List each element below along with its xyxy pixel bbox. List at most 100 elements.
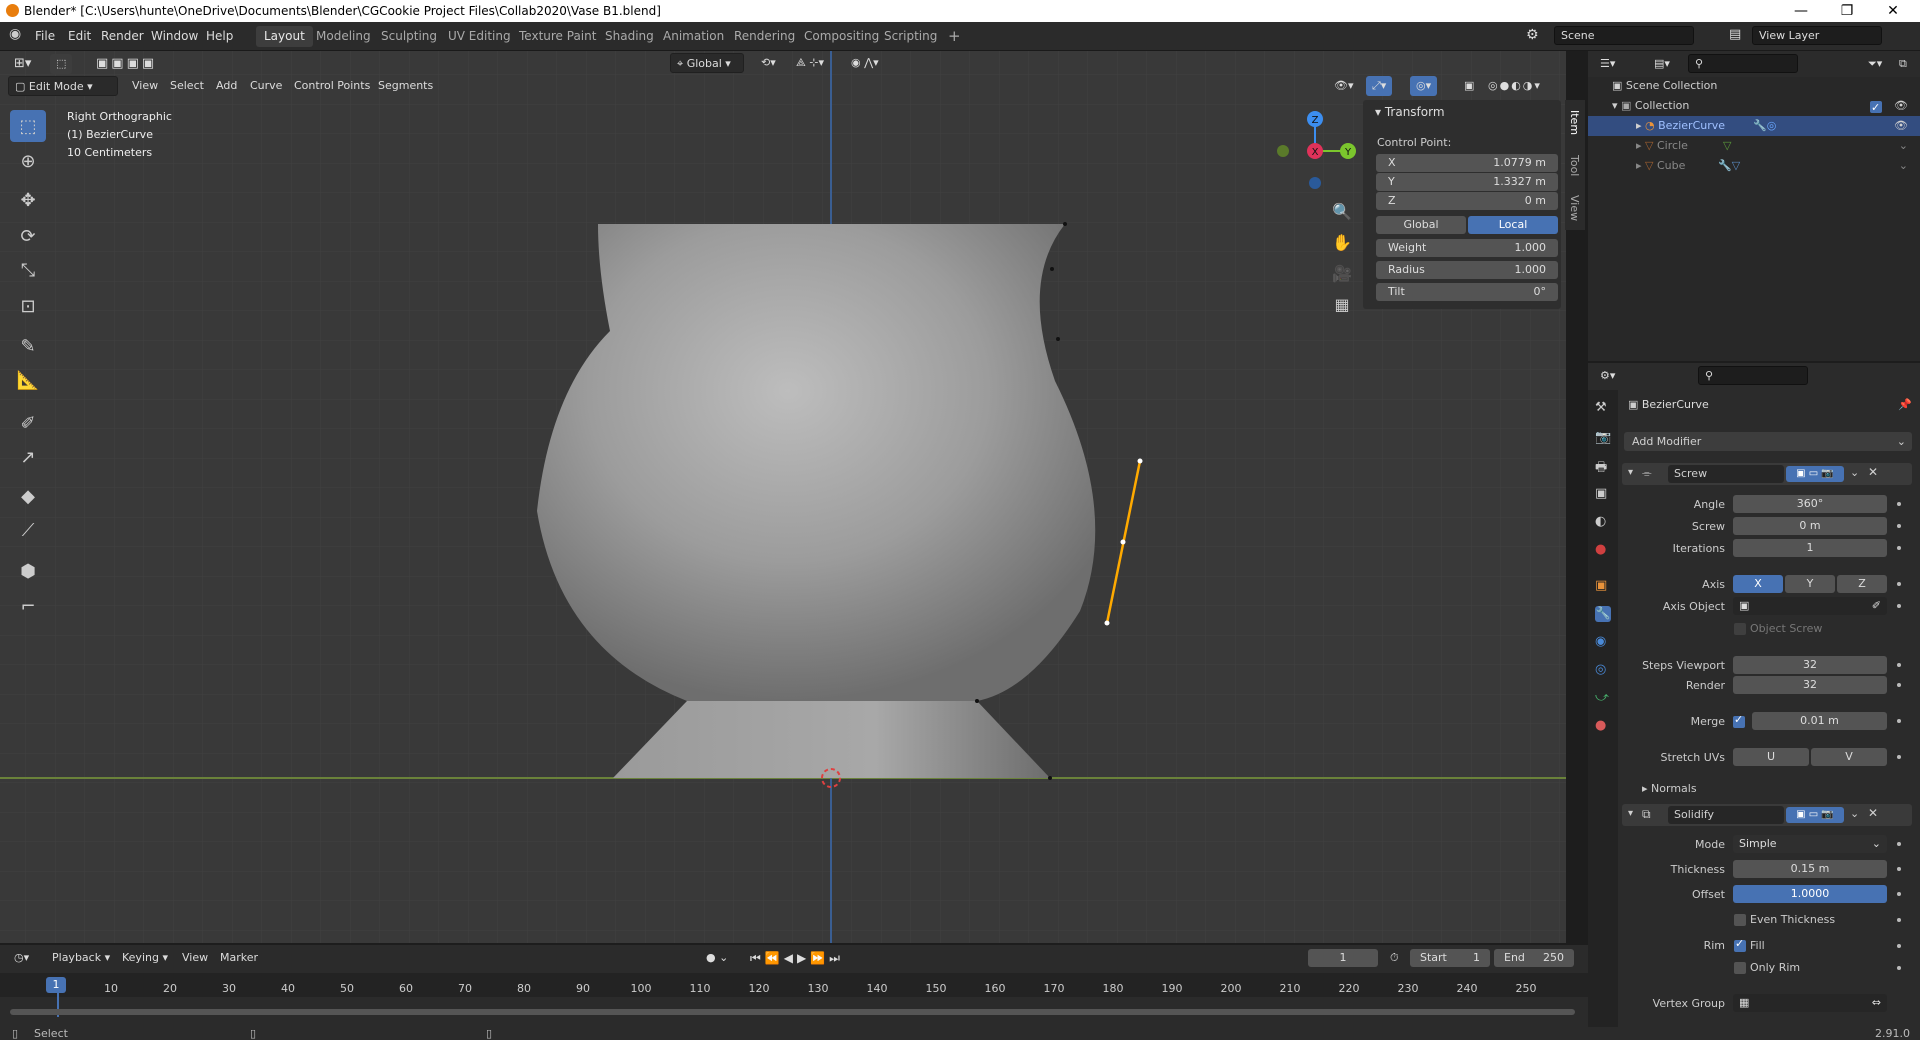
vase-base[interactable]	[613, 701, 1050, 778]
menu-add[interactable]: Add	[210, 76, 243, 96]
physics-tab-icon[interactable]: ◉	[1595, 634, 1611, 650]
handle-point[interactable]	[1120, 539, 1126, 545]
keyframe-dot[interactable]	[1897, 842, 1901, 846]
curve-pen-tool-icon[interactable]: ⌐	[10, 590, 46, 622]
axis-z-toggle[interactable]: Z	[1837, 575, 1887, 593]
tab-view[interactable]: View	[1568, 195, 1581, 221]
menu-playback[interactable]: Playback ▾	[46, 948, 116, 968]
measure-tool-icon[interactable]: 📐	[10, 364, 46, 396]
annotate-tool-icon[interactable]: ✎	[10, 330, 46, 362]
playback-controls-icons[interactable]: ⏮⏪◀▶⏩⏭	[744, 948, 850, 968]
add-modifier-dropdown[interactable]: Add Modifier ⌄	[1624, 432, 1912, 451]
iterations-field[interactable]: 1	[1733, 539, 1887, 557]
scene-collection-row[interactable]: ▣ Scene Collection	[1588, 76, 1920, 96]
randomize-tool-icon[interactable]: ⬢	[10, 555, 46, 587]
output-tab-icon[interactable]: 🖶	[1595, 458, 1611, 475]
camera-icon[interactable]: 🎥	[1332, 258, 1352, 289]
pin-icon[interactable]: 📌	[1898, 398, 1912, 411]
collapse-icon[interactable]: ▾	[1628, 808, 1633, 819]
blender-menu-icon[interactable]: ◉	[9, 26, 21, 42]
select-tool-icon[interactable]: ⬚	[50, 54, 73, 74]
tab-animation[interactable]: Animation	[655, 26, 732, 47]
tab-scripting[interactable]: Scripting	[876, 26, 945, 47]
control-point[interactable]	[1050, 267, 1054, 271]
keyframe-dot[interactable]	[1897, 944, 1901, 948]
tab-layout[interactable]: Layout	[256, 26, 313, 47]
menu-window[interactable]: Window	[151, 29, 198, 43]
handle-point[interactable]	[1137, 458, 1143, 464]
gizmo-toggle-icon[interactable]: ⤢▾	[1366, 76, 1393, 96]
new-collection-icon[interactable]: ⧉	[1893, 54, 1913, 74]
tab-modeling[interactable]: Modeling	[308, 26, 379, 47]
display-mode-icon[interactable]: ▤▾	[1648, 54, 1676, 74]
add-workspace-button[interactable]: +	[940, 26, 969, 47]
record-icon[interactable]: ● ⌄	[700, 948, 734, 968]
keyframe-dot[interactable]	[1897, 663, 1901, 667]
modifier-visibility-icons[interactable]: ▣ ▭ 📷	[1786, 466, 1844, 482]
offset-field[interactable]: 1.0000	[1733, 885, 1887, 903]
extrude-tool-icon[interactable]: ↗	[10, 441, 46, 473]
radius-field[interactable]: Radius 1.000	[1376, 261, 1558, 279]
axis-x-toggle[interactable]: X	[1733, 575, 1783, 593]
menu-control-points[interactable]: Control Points	[288, 76, 376, 96]
local-toggle[interactable]: Local	[1468, 216, 1558, 234]
menu-view[interactable]: View	[126, 76, 164, 96]
menu-select[interactable]: Select	[164, 76, 210, 96]
playhead-frame-label[interactable]: 1	[46, 977, 66, 993]
handle-point[interactable]	[1104, 620, 1110, 626]
render-tab-icon[interactable]: 📷	[1595, 430, 1611, 446]
tab-shading[interactable]: Shading	[597, 26, 662, 47]
gizmo-neg-y-button[interactable]	[1277, 145, 1289, 157]
properties-search-icon[interactable]: ⚲	[1698, 366, 1808, 385]
stretch-u-toggle[interactable]: U	[1733, 748, 1809, 766]
collapse-icon[interactable]: ▾	[1628, 467, 1633, 478]
vertex-group-field[interactable]: ▦ ⇔	[1733, 994, 1887, 1012]
control-point[interactable]	[1048, 776, 1052, 780]
solidify-modifier-header[interactable]: ▾ ⧉ Solidify ▣ ▭ 📷 ⌄ ✕	[1622, 804, 1912, 826]
pivot-icon[interactable]: ⟲▾	[755, 53, 782, 73]
remove-modifier-icon[interactable]: ✕	[1868, 465, 1878, 479]
draw-tool-icon[interactable]: ✐	[10, 407, 46, 439]
data-tab-icon[interactable]: ⤻	[1595, 690, 1611, 706]
eye-icon[interactable]: 👁	[1894, 96, 1908, 116]
cursor-tool-icon[interactable]: ⊕	[10, 145, 46, 177]
menu-marker[interactable]: Marker	[214, 948, 264, 968]
keyframe-dot[interactable]	[1897, 524, 1901, 528]
even-thickness-checkbox[interactable]	[1734, 914, 1746, 926]
menu-keying[interactable]: Keying ▾	[116, 948, 174, 968]
keyframe-dot[interactable]	[1897, 502, 1901, 506]
pan-hand-icon[interactable]: ✋	[1332, 227, 1352, 258]
tab-texture-paint[interactable]: Texture Paint	[511, 26, 604, 47]
fill-checkbox[interactable]	[1734, 937, 1746, 952]
control-point[interactable]	[1063, 222, 1067, 226]
3d-viewport[interactable]: Z Y X	[0, 51, 1566, 943]
menu-file[interactable]: File	[35, 29, 55, 43]
scene-field[interactable]: Scene	[1554, 26, 1694, 45]
global-toggle[interactable]: Global	[1376, 216, 1466, 234]
properties-editor-icon[interactable]: ⚙▾	[1594, 366, 1621, 386]
clock-icon[interactable]: ⏱	[1384, 948, 1405, 968]
close-button[interactable]: ✕	[1870, 0, 1916, 22]
visibility-icon[interactable]: 👁▾	[1328, 76, 1360, 96]
outliner-item-cube[interactable]: ▸ ▽ Cube 🔧▽ ⌄	[1588, 156, 1920, 176]
keyframe-dot[interactable]	[1897, 918, 1901, 922]
eye-icon[interactable]: 👁	[1894, 116, 1908, 136]
outliner-item-beziercurve[interactable]: ▸ ◔ BezierCurve 🔧◎ 👁	[1588, 116, 1920, 136]
eye-closed-icon[interactable]: ⌄	[1899, 156, 1908, 176]
outliner-item-circle[interactable]: ▸ ▽ Circle ▽ ⌄	[1588, 136, 1920, 156]
keyframe-dot[interactable]	[1897, 604, 1901, 608]
perspective-grid-icon[interactable]: ▦	[1332, 289, 1352, 320]
move-tool-icon[interactable]: ✥	[10, 184, 46, 216]
tab-rendering[interactable]: Rendering	[726, 26, 803, 47]
menu-render[interactable]: Render	[101, 29, 144, 43]
object-screw-checkbox[interactable]	[1734, 623, 1746, 635]
only-rim-checkbox[interactable]	[1734, 962, 1746, 974]
menu-timeline-view[interactable]: View	[176, 948, 214, 968]
tab-sculpting[interactable]: Sculpting	[373, 26, 445, 47]
collection-row[interactable]: ▾ ▣ Collection👁	[1588, 96, 1920, 118]
filter-icon[interactable]: ⏷▾	[1862, 54, 1888, 74]
outliner-editor-icon[interactable]: ☰▾	[1594, 54, 1621, 74]
y-field[interactable]: Y 1.3327 m	[1376, 173, 1558, 191]
timeline-scrollbar[interactable]	[10, 1009, 1575, 1015]
keyframe-dot[interactable]	[1897, 582, 1901, 586]
